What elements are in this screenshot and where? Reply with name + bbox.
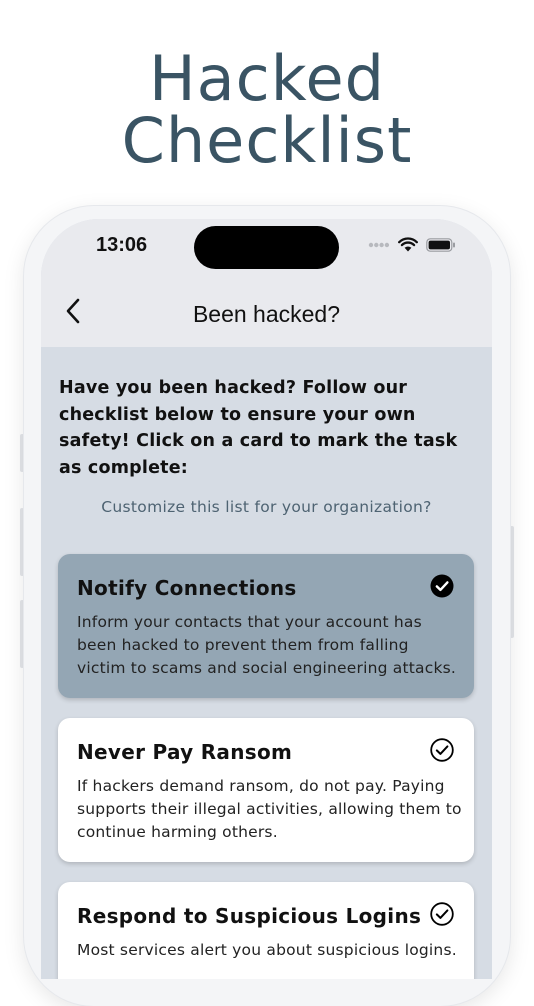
promo-title-line2: Checklist xyxy=(121,104,413,177)
phone-power-button xyxy=(510,526,514,638)
card-description: Inform your contacts that your account h… xyxy=(77,613,457,677)
card-description: If hackers demand ransom, do not pay. Pa… xyxy=(77,777,462,841)
intro-text: Have you been hacked? Follow our checkli… xyxy=(59,378,458,478)
nav-title: Been hacked? xyxy=(192,301,341,327)
status-time: 13:06 xyxy=(96,234,148,256)
checklist-card-never-pay-ransom[interactable]: Never Pay Ransom If hackers demand ranso… xyxy=(58,718,474,862)
card-title: Never Pay Ransom xyxy=(77,740,293,764)
check-outline-icon xyxy=(430,902,454,926)
check-outline-icon xyxy=(430,738,454,762)
status-icons xyxy=(368,237,456,252)
promo-title-line1: Hacked xyxy=(149,42,385,115)
wifi-icon xyxy=(398,237,418,252)
checklist-card-notify-connections[interactable]: Notify Connections Inform your contacts … xyxy=(58,554,474,698)
card-title: Respond to Suspicious Logins xyxy=(77,904,422,928)
battery-icon xyxy=(426,237,455,252)
card-title: Notify Connections xyxy=(77,576,297,600)
card-description: Most services alert you about suspicious… xyxy=(77,941,457,959)
signal-icon xyxy=(368,242,390,247)
checklist-card-respond-suspicious-logins[interactable]: Respond to Suspicious Logins Most servic… xyxy=(58,882,474,979)
status-bar: 13:06 xyxy=(41,219,492,275)
check-filled-icon xyxy=(430,574,454,598)
promo-title: Hacked Checklist xyxy=(0,48,534,172)
dynamic-island xyxy=(194,226,339,269)
phone-screen: 13:06 Been hacked? Have you been hacked?… xyxy=(41,219,492,979)
customize-link[interactable]: Customize this list for your organizatio… xyxy=(41,498,492,516)
navigation-bar: Been hacked? xyxy=(41,275,492,347)
